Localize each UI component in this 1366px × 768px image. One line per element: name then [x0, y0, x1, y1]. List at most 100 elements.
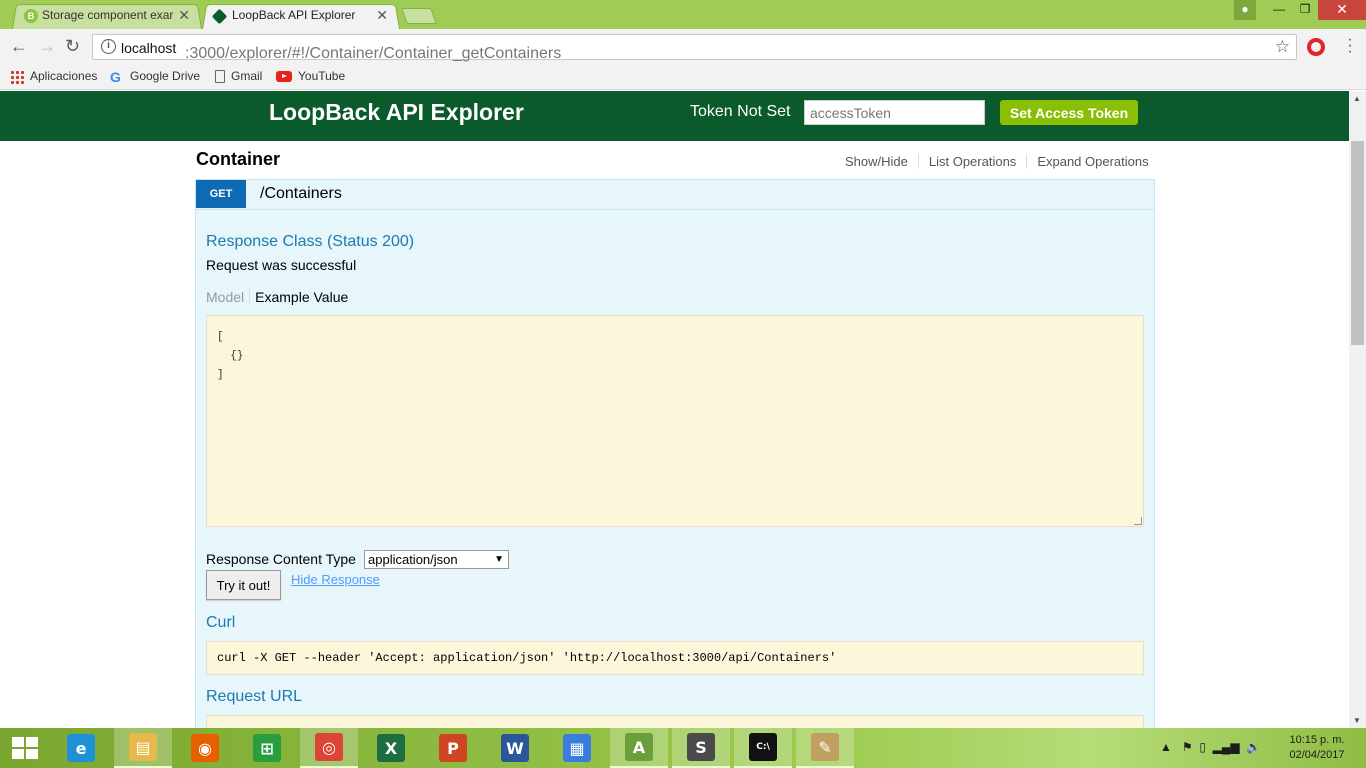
http-method-badge[interactable]: GET [196, 180, 246, 208]
firefox-icon: ◉ [191, 734, 219, 762]
taskbar-word[interactable]: W [486, 728, 544, 768]
menu-kebab-icon[interactable]: · · · [1345, 32, 1355, 60]
windows-taskbar: e ▤ ◉ ⊞ ◎ X P W ▦ A S C:\ ✎ ▲ ⚑ ▯ ▂▄▆ 🔈 10:15 p. m. … [0, 728, 1366, 768]
reload-icon[interactable]: ↻ [65, 36, 80, 56]
show-hide-link[interactable]: Show/Hide [835, 154, 919, 169]
excel-icon: X [377, 734, 405, 762]
volume-icon[interactable]: 🔈 [1246, 740, 1261, 754]
browser-tab-storage[interactable]: B Storage component exar ✕ [12, 3, 202, 29]
set-access-token-button[interactable]: Set Access Token [1000, 100, 1138, 125]
resource-title[interactable]: Container [196, 149, 280, 170]
response-message: Request was successful [206, 257, 357, 273]
taskbar-powerpoint[interactable]: P [424, 728, 482, 768]
model-tabs: Model Example Value [206, 289, 348, 305]
address-bar[interactable]: i localhost:3000/explorer/#!/Container/C… [92, 34, 1297, 62]
taskbar-chrome[interactable]: ◎ [300, 728, 358, 768]
store-icon: ⊞ [253, 734, 281, 762]
content-type-select[interactable]: application/json ▼ [364, 550, 509, 569]
internet-explorer-icon: e [67, 734, 95, 762]
taskbar-excel[interactable]: X [362, 728, 420, 768]
scrollbar-thumb[interactable] [1351, 141, 1364, 345]
curl-heading: Curl [206, 614, 236, 631]
taskbar-paint[interactable]: ✎ [796, 728, 854, 768]
url-text: localhost:3000/explorer/#!/Container/Con… [121, 40, 562, 62]
operation-path[interactable]: /Containers [260, 185, 342, 203]
taskbar-clock[interactable]: 10:15 p. m. 02/04/2017 [1284, 733, 1350, 763]
model-tab[interactable]: Model [206, 289, 251, 305]
powerpoint-icon: P [439, 734, 467, 762]
restore-icon[interactable]: ❐ [1292, 0, 1318, 20]
try-it-out-button[interactable]: Try it out! [206, 570, 281, 600]
expand-operations-link[interactable]: Expand Operations [1027, 154, 1148, 169]
google-icon: G [110, 68, 121, 85]
list-operations-link[interactable]: List Operations [918, 154, 1028, 169]
explorer-header: LoopBack API Explorer Token Not Set Set … [0, 91, 1349, 141]
info-icon[interactable]: i [101, 39, 116, 54]
word-icon: W [501, 734, 529, 762]
page-viewport: LoopBack API Explorer Token Not Set Set … [0, 91, 1349, 728]
access-token-input[interactable] [804, 100, 985, 125]
forward-arrow-icon[interactable]: → [38, 36, 56, 56]
example-value-box[interactable]: [ {} ] [206, 315, 1144, 527]
taskbar-sublime-text[interactable]: S [672, 728, 730, 768]
window-close-icon[interactable]: ✕ [1318, 0, 1366, 20]
bookmark-star-icon[interactable]: ☆ [1275, 37, 1290, 57]
back-arrow-icon[interactable]: ← [10, 36, 28, 56]
bookmarks-bar: Aplicaciones G Google Drive Gmail YouTube [0, 65, 1366, 90]
android-studio-icon: A [625, 733, 653, 761]
tab-label: LoopBack API Explorer [232, 8, 356, 22]
content-type-value: application/json [368, 552, 458, 567]
bookmark-google-drive[interactable]: G Google Drive [110, 68, 200, 84]
operation-heading[interactable]: GET /Containers [196, 180, 1154, 210]
tray-arrow-icon[interactable]: ▲ [1160, 740, 1172, 754]
taskbar-file-explorer[interactable]: ▤ [114, 728, 172, 768]
curl-command-box[interactable]: curl -X GET --header 'Accept: applicatio… [206, 641, 1144, 675]
request-url-heading: Request URL [206, 688, 303, 705]
page-scrollbar[interactable]: ▲ ▼ [1349, 91, 1366, 728]
browser-tabstrip: B Storage component exar ✕ LoopBack API … [0, 0, 1366, 29]
flag-icon[interactable]: ⚑ [1182, 740, 1193, 754]
taskbar-internet-explorer[interactable]: e [52, 728, 110, 768]
control-panel-icon: ▦ [563, 734, 591, 762]
file-explorer-icon: ▤ [129, 733, 157, 761]
chrome-icon: ◎ [315, 733, 343, 761]
taskbar-command-prompt[interactable]: C:\ [734, 728, 792, 768]
system-tray: ▲ ⚑ ▯ ▂▄▆ 🔈 [1160, 740, 1261, 754]
bootstrap-icon: B [24, 9, 38, 23]
hide-response-link[interactable]: Hide Response [291, 572, 380, 587]
browser-tab-loopback[interactable]: LoopBack API Explorer ✕ [202, 3, 400, 29]
taskbar-control-panel[interactable]: ▦ [548, 728, 606, 768]
tab-label: Storage component exar [42, 8, 174, 22]
close-tab-icon[interactable]: ✕ [178, 3, 190, 28]
youtube-icon [276, 71, 292, 83]
response-class-heading: Response Class (Status 200) [206, 233, 415, 250]
battery-icon[interactable]: ▯ [1199, 740, 1206, 754]
explorer-logo[interactable]: LoopBack API Explorer [269, 99, 524, 126]
close-tab-icon[interactable]: ✕ [376, 3, 388, 28]
user-profile-icon[interactable]: ● [1234, 0, 1256, 20]
scroll-up-icon[interactable]: ▲ [1353, 94, 1361, 103]
opera-extension-icon[interactable] [1307, 38, 1325, 56]
windows-start-icon[interactable] [12, 737, 38, 759]
apps-grid-icon [10, 69, 24, 84]
request-url-box[interactable] [206, 715, 1144, 728]
new-tab-button[interactable] [401, 8, 437, 24]
scroll-down-icon[interactable]: ▼ [1353, 716, 1361, 725]
taskbar-firefox[interactable]: ◉ [176, 728, 234, 768]
bookmark-gmail[interactable]: Gmail [215, 68, 262, 84]
resource-links: Show/Hide List Operations Expand Operation… [835, 154, 1149, 169]
command-prompt-icon: C:\ [749, 733, 777, 761]
taskbar-store[interactable]: ⊞ [238, 728, 296, 768]
example-value-tab[interactable]: Example Value [250, 289, 348, 305]
dropdown-arrow-icon: ▼ [494, 554, 504, 565]
bookmark-youtube[interactable]: YouTube [276, 68, 345, 84]
minimize-icon[interactable]: — [1266, 0, 1292, 20]
operation-panel: GET /Containers Response Class (Status 2… [195, 179, 1155, 728]
taskbar-android-studio[interactable]: A [610, 728, 668, 768]
signal-icon[interactable]: ▂▄▆ [1213, 740, 1240, 754]
paint-icon: ✎ [811, 733, 839, 761]
token-status: Token Not Set [690, 103, 791, 120]
bookmark-apps[interactable]: Aplicaciones [10, 68, 97, 84]
content-type-label: Response Content Type [206, 551, 356, 567]
clock-time: 10:15 p. m. [1289, 734, 1345, 746]
